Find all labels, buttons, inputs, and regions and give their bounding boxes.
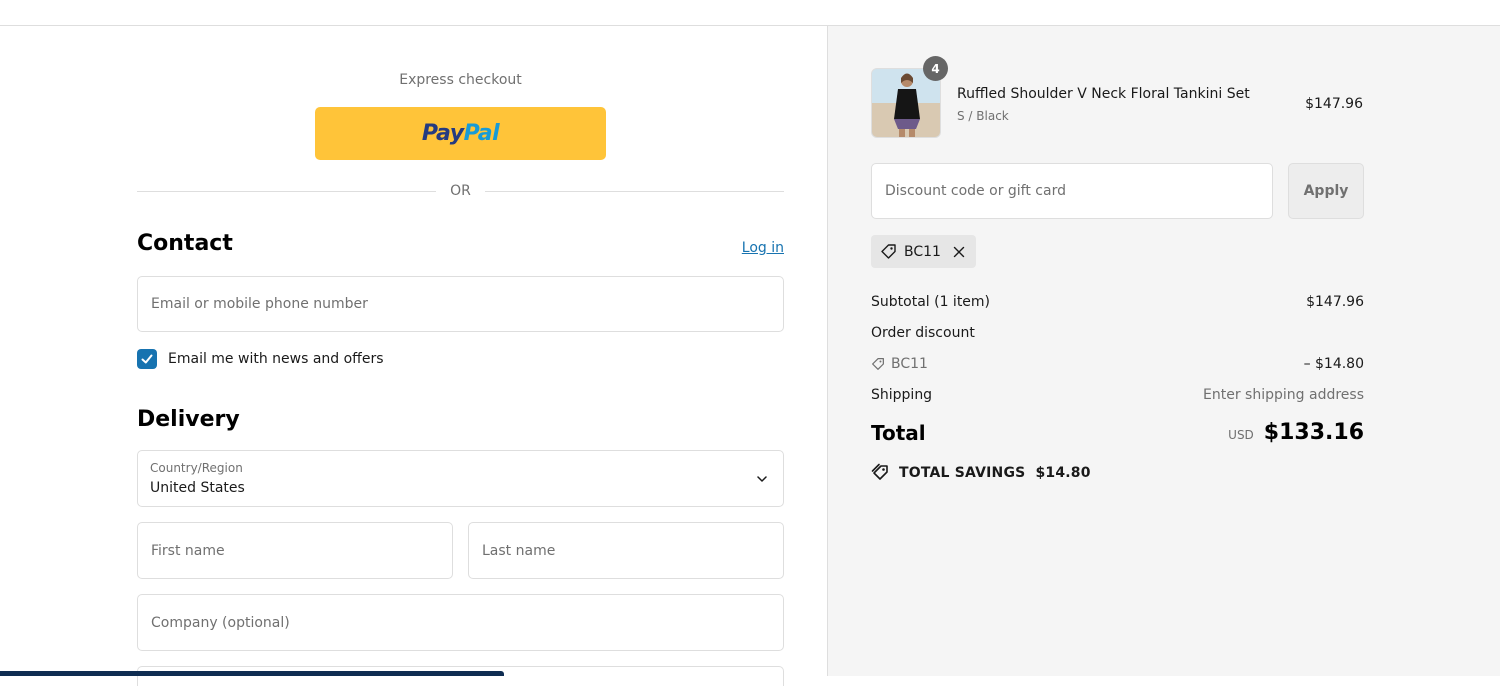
country-value: United States — [150, 480, 245, 496]
paypal-button[interactable]: PayPal — [315, 107, 606, 160]
discount-code-row: BC11 – $14.80 — [871, 356, 1364, 372]
subtotal-label: Subtotal (1 item) — [871, 294, 991, 310]
product-title: Ruffled Shoulder V Neck Floral Tankini S… — [957, 86, 1250, 102]
shipping-label: Shipping — [871, 387, 933, 403]
email-field[interactable]: Email or mobile phone number — [137, 276, 784, 332]
product-price: $147.96 — [1305, 96, 1363, 112]
discount-value: – $14.80 — [1303, 356, 1364, 372]
apply-discount-button[interactable]: Apply — [1288, 163, 1364, 219]
order-discount-row: Order discount — [871, 325, 1364, 341]
bottom-progress-bar — [0, 671, 504, 676]
divider-line — [137, 190, 437, 192]
tag-icon — [872, 358, 884, 370]
discount-code-line: BC11 — [871, 356, 928, 372]
remove-discount-button[interactable] — [953, 246, 965, 258]
country-select[interactable]: Country/Region United States — [137, 450, 784, 507]
company-placeholder: Company (optional) — [151, 614, 290, 631]
check-icon — [141, 354, 153, 364]
total-savings-label: TOTAL SAVINGS — [899, 464, 1026, 481]
total-row: Total USD $133.16 — [871, 420, 1364, 445]
subtotal-row: Subtotal (1 item) $147.96 — [871, 294, 1364, 310]
news-offers-checkbox[interactable] — [137, 349, 157, 369]
news-offers-option[interactable]: Email me with news and offers — [137, 349, 384, 369]
discount-code-input[interactable]: Discount code or gift card — [871, 163, 1273, 219]
chevron-down-icon — [757, 476, 767, 482]
discount-code-text: BC11 — [891, 356, 928, 372]
tag-icon — [881, 244, 896, 259]
checkout-main: Express checkout PayPal OR Contact Log i… — [0, 26, 827, 686]
contact-heading: Contact — [137, 231, 233, 256]
address-field[interactable] — [137, 666, 784, 686]
or-divider: OR — [137, 181, 784, 201]
last-name-field[interactable]: Last name — [468, 522, 784, 579]
country-label: Country/Region — [150, 461, 243, 475]
first-name-field[interactable]: First name — [137, 522, 453, 579]
email-placeholder: Email or mobile phone number — [151, 296, 368, 312]
applied-discount-tag: BC11 — [871, 235, 976, 268]
or-label: OR — [450, 183, 471, 199]
product-variant: S / Black — [957, 109, 1009, 123]
login-link[interactable]: Log in — [742, 240, 784, 256]
delivery-heading: Delivery — [137, 407, 240, 432]
news-offers-label: Email me with news and offers — [168, 351, 384, 367]
divider-line — [484, 190, 784, 192]
quantity-badge: 4 — [923, 56, 948, 81]
total-amount-group: USD $133.16 — [1228, 420, 1364, 445]
applied-discount-code: BC11 — [904, 243, 941, 260]
close-icon — [953, 246, 965, 257]
last-name-placeholder: Last name — [482, 542, 556, 559]
shipping-row: Shipping Enter shipping address — [871, 387, 1364, 403]
subtotal-value: $147.96 — [1306, 294, 1364, 310]
order-discount-label: Order discount — [871, 325, 975, 341]
total-savings-row: TOTAL SAVINGS $14.80 — [871, 463, 1091, 482]
paypal-logo: PayPal — [421, 121, 500, 146]
total-label: Total — [871, 420, 926, 445]
total-savings-value: $14.80 — [1035, 464, 1091, 481]
top-header-bar — [0, 0, 1500, 26]
express-checkout-label: Express checkout — [399, 72, 522, 88]
currency-code: USD — [1228, 428, 1254, 442]
discount-code-placeholder: Discount code or gift card — [885, 183, 1066, 199]
company-field[interactable]: Company (optional) — [137, 594, 784, 651]
total-value: $133.16 — [1263, 420, 1364, 445]
savings-tag-icon — [871, 463, 888, 480]
order-summary: 4 Ruffled Shoulder V Neck Floral Tankini… — [827, 26, 1500, 676]
first-name-placeholder: First name — [151, 542, 225, 559]
shipping-value: Enter shipping address — [1203, 387, 1364, 403]
